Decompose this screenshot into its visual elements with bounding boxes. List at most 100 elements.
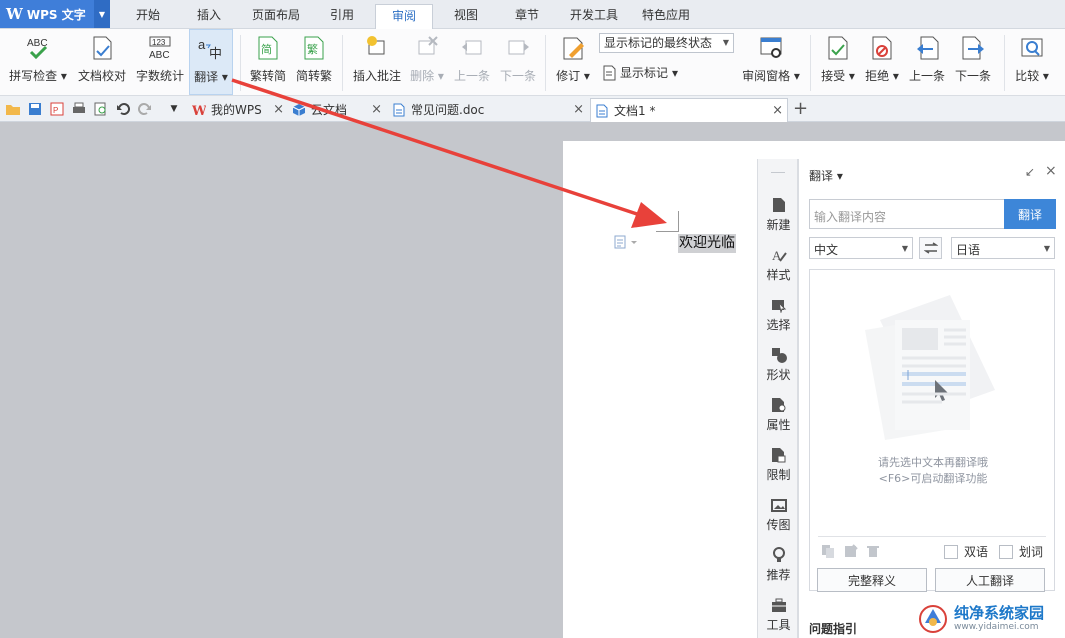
side-item-restrict[interactable]: 限制 — [758, 447, 799, 483]
side-item-new[interactable]: 新建 — [758, 197, 799, 233]
side-item-shape[interactable]: 形状 — [758, 347, 799, 383]
swap-languages-button[interactable] — [919, 237, 942, 259]
word-select-checkbox[interactable]: 划词 — [999, 543, 1043, 560]
tab-special[interactable]: 特色应用 — [636, 6, 696, 28]
prev-comment-label: 上一条 — [453, 69, 490, 83]
app-menu-button[interactable]: W WPS 文字 ▼ — [0, 0, 110, 28]
markup-status-select[interactable]: 显示标记的最终状态 ▼ — [599, 33, 734, 53]
word-count-button[interactable]: 123 ABC 字数统计 — [134, 29, 186, 95]
result-divider — [818, 536, 1046, 537]
doc-tab-document1[interactable]: 文档1 * × — [590, 98, 788, 122]
close-icon[interactable]: × — [573, 102, 584, 117]
close-icon[interactable]: × — [273, 102, 284, 117]
delete-comment-button[interactable]: 删除 ▾ — [407, 29, 447, 95]
human-translation-button[interactable]: 人工翻译 — [935, 568, 1045, 592]
app-name: WPS 文字 — [26, 7, 86, 22]
review-pane-button[interactable]: 审阅窗格 ▾ — [740, 29, 802, 95]
translate-label: 翻译 — [194, 70, 219, 84]
close-icon[interactable]: × — [1045, 163, 1057, 179]
checkbox-box[interactable] — [999, 544, 1013, 559]
prev-change-button[interactable]: 上一条 — [907, 29, 947, 95]
source-language-select[interactable]: 中文 ▼ — [809, 237, 913, 259]
side-item-tools[interactable]: 工具 — [758, 597, 799, 633]
doc-tab-cloud-docs[interactable]: 云文档 × — [288, 98, 386, 121]
doc-proof-button[interactable]: 文档校对 — [75, 29, 129, 95]
accept-button[interactable]: 接受 ▾ — [818, 29, 858, 95]
trash-icon[interactable] — [866, 544, 880, 558]
customize-toolbar-chevron-icon[interactable]: ▼ — [166, 101, 182, 117]
doc-tab-label: 文档1 * — [614, 104, 656, 118]
ribbon-divider — [1004, 35, 1005, 91]
prev-comment-button[interactable]: 上一条 — [452, 29, 492, 95]
trad-to-simp-button[interactable]: 简 繁转简 — [246, 29, 290, 95]
side-item-properties[interactable]: 属性 — [758, 397, 799, 433]
side-item-upload-image[interactable]: 传图 — [758, 497, 799, 533]
lightbulb-icon — [771, 547, 787, 563]
swap-arrows-icon — [923, 242, 938, 254]
compare-icon — [1018, 34, 1046, 62]
word-count-icon: 123 ABC — [146, 34, 174, 62]
side-item-select[interactable]: 选择 — [758, 297, 799, 333]
prev-change-icon — [913, 34, 941, 62]
tab-start[interactable]: 开始 — [128, 6, 168, 28]
insert-text-icon[interactable] — [844, 544, 858, 558]
tab-view[interactable]: 视图 — [446, 6, 486, 28]
bilingual-checkbox[interactable]: 双语 — [944, 543, 988, 560]
copy-icon[interactable] — [821, 544, 835, 558]
export-pdf-icon[interactable]: P — [49, 101, 65, 117]
tab-review[interactable]: 审阅 — [375, 4, 433, 29]
side-item-style[interactable]: A 样式 — [758, 247, 799, 283]
next-change-button[interactable]: 下一条 — [952, 29, 994, 95]
close-icon[interactable]: × — [772, 103, 783, 118]
compare-button[interactable]: 比较 ▾ — [1012, 29, 1052, 95]
chevron-down-icon: ▼ — [722, 38, 729, 47]
print-preview-icon[interactable] — [93, 101, 109, 117]
tab-references[interactable]: 引用 — [322, 6, 362, 28]
track-changes-button[interactable]: 修订 ▾ — [553, 29, 593, 95]
panel-title-dropdown[interactable]: 翻译 ▾ — [809, 167, 843, 184]
target-language-select[interactable]: 日语 ▼ — [951, 237, 1055, 259]
new-document-icon — [771, 197, 787, 213]
simp-to-trad-button[interactable]: 繁 简转繁 — [292, 29, 336, 95]
add-tab-icon[interactable]: + — [793, 100, 808, 118]
translate-button[interactable]: a中 翻译 ▾ — [189, 29, 233, 95]
collapse-panel-icon[interactable]: ↙ — [1025, 165, 1035, 179]
ribbon-divider — [342, 35, 343, 91]
chevron-down-icon[interactable]: ▼ — [94, 0, 110, 28]
side-item-label: 属性 — [766, 418, 791, 432]
close-icon[interactable]: × — [371, 102, 382, 117]
svg-text:123: 123 — [152, 38, 166, 47]
insert-comment-button[interactable]: 插入批注 — [350, 29, 404, 95]
tab-section[interactable]: 章节 — [507, 6, 547, 28]
print-icon[interactable] — [71, 101, 87, 117]
translate-submit-button[interactable]: 翻译 — [1004, 199, 1056, 229]
show-markup-button[interactable]: 显示标记 ▾ — [602, 64, 678, 81]
svg-text:P: P — [53, 106, 58, 115]
tab-insert[interactable]: 插入 — [189, 6, 229, 28]
undo-icon[interactable] — [115, 101, 131, 117]
document-selected-text[interactable]: 欢迎光临 — [678, 234, 736, 253]
open-folder-icon[interactable] — [5, 101, 21, 117]
delete-comment-icon — [413, 34, 441, 62]
redo-icon[interactable] — [137, 101, 153, 117]
target-language-value: 日语 — [956, 243, 981, 257]
translate-input[interactable]: 输入翻译内容 — [809, 199, 1005, 229]
tab-page-layout[interactable]: 页面布局 — [246, 6, 306, 28]
panel-grip — [771, 172, 785, 173]
paragraph-layout-icon[interactable] — [613, 235, 641, 249]
prev-change-label: 上一条 — [908, 69, 945, 83]
checkbox-box[interactable] — [944, 544, 958, 559]
spell-check-label: 拼写检查 — [9, 69, 58, 83]
tab-dev-tools[interactable]: 开发工具 — [563, 6, 625, 28]
side-item-label: 样式 — [766, 268, 791, 282]
watermark-logo-icon — [919, 604, 947, 633]
doc-tab-my-wps[interactable]: W 我的WPS × — [188, 98, 288, 121]
save-icon[interactable] — [27, 101, 43, 117]
spell-check-button[interactable]: ABC 拼写检查 ▾ — [6, 29, 70, 95]
next-comment-button[interactable]: 下一条 — [497, 29, 539, 95]
full-definition-button[interactable]: 完整释义 — [817, 568, 927, 592]
side-item-recommend[interactable]: 推荐 — [758, 547, 799, 583]
markup-status-value: 显示标记的最终状态 — [604, 36, 713, 50]
reject-button[interactable]: 拒绝 ▾ — [862, 29, 902, 95]
doc-tab-faq[interactable]: 常见问题.doc × — [388, 98, 588, 121]
